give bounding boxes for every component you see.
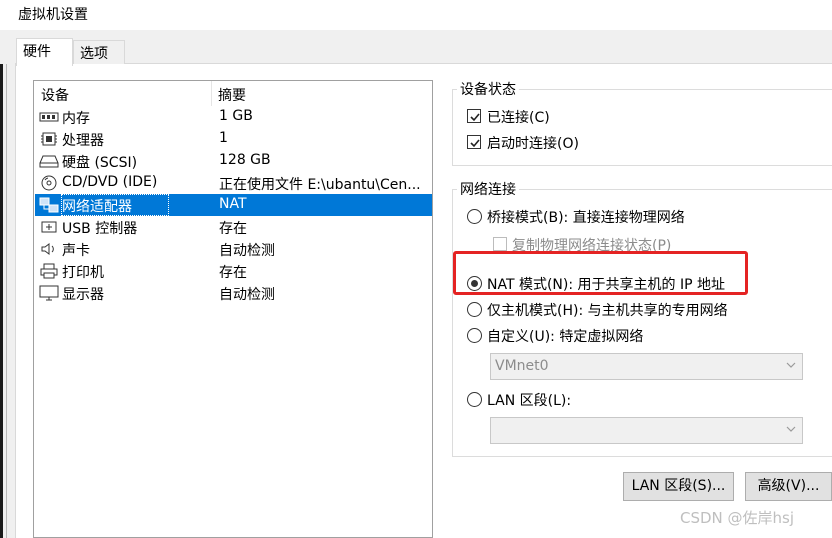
custom-label[interactable]: 自定义(U): 特定虚拟网络 [487, 326, 643, 346]
watermark: CSDN @佐岸hsj [680, 509, 795, 527]
device-name: 硬盘 (SCSI) [62, 155, 138, 171]
device-name: 打印机 [62, 265, 104, 281]
device-row-usb[interactable]: USB 控制器 存在 [35, 216, 432, 238]
device-name: 网络适配器 [62, 199, 132, 215]
checkmark-icon [470, 113, 480, 122]
custom-radio[interactable] [467, 328, 482, 343]
device-name: 声卡 [62, 243, 90, 259]
device-row-hard-disk[interactable]: 硬盘 (SCSI) 128 GB [35, 150, 432, 172]
tab-options-label: 选项 [80, 46, 108, 62]
device-list[interactable]: 设备 摘要 内存 1 GB 处理器 1 硬盘 (SCSI) 128 GB CD/… [33, 80, 433, 538]
network-adapter-icon [39, 197, 59, 213]
tab-hardware-label: 硬件 [23, 44, 51, 60]
device-summary: 存在 [219, 221, 247, 237]
sound-card-icon [41, 243, 54, 255]
connect-at-power-on-checkbox[interactable] [467, 135, 481, 149]
tab-options[interactable]: 选项 [73, 40, 125, 64]
annotation-highlight-box [453, 251, 748, 295]
window-title: 虚拟机设置 [18, 7, 88, 23]
device-summary: 正在使用文件 E:\ubantu\Cen... [219, 177, 421, 193]
usb-icon [41, 221, 57, 233]
device-name: CD/DVD (IDE) [62, 174, 158, 190]
device-row-network-adapter[interactable]: 网络适配器 NAT [35, 194, 432, 216]
device-name: 显示器 [62, 287, 104, 303]
cd-dvd-icon [41, 175, 57, 191]
column-separator[interactable] [211, 81, 212, 106]
printer-icon [40, 263, 58, 279]
hard-disk-icon [39, 155, 59, 168]
display-icon [39, 285, 59, 301]
device-row-sound-card[interactable]: 声卡 自动检测 [35, 238, 432, 260]
device-row-memory[interactable]: 内存 1 GB [35, 106, 432, 128]
device-name: USB 控制器 [62, 221, 138, 237]
replicate-state-checkbox[interactable] [493, 237, 507, 251]
lan-segments-button[interactable]: LAN 区段(S)... [623, 472, 734, 501]
chevron-down-icon [786, 362, 796, 368]
device-summary: 存在 [219, 265, 247, 281]
connected-label[interactable]: 已连接(C) [487, 107, 550, 127]
lan-segment-label[interactable]: LAN 区段(L): [487, 390, 571, 410]
device-row-cd-dvd[interactable]: CD/DVD (IDE) 正在使用文件 E:\ubantu\Cen... [35, 172, 432, 194]
device-status-title: 设备状态 [457, 79, 519, 99]
device-row-display[interactable]: 显示器 自动检测 [35, 282, 432, 304]
custom-network-select[interactable]: VMnet0 [490, 353, 803, 380]
custom-network-value: VMnet0 [495, 358, 549, 374]
column-header-summary[interactable]: 摘要 [218, 85, 246, 105]
device-summary: NAT [219, 196, 247, 212]
device-summary: 128 GB [219, 152, 271, 168]
lan-segment-select[interactable] [490, 417, 803, 444]
device-summary: 自动检测 [219, 287, 275, 303]
tab-hardware[interactable]: 硬件 [16, 38, 73, 66]
connected-checkbox[interactable] [467, 109, 481, 123]
bridged-radio[interactable] [467, 209, 482, 224]
chevron-down-icon [786, 426, 796, 432]
bridged-label[interactable]: 桥接模式(B): 直接连接物理网络 [487, 207, 685, 227]
device-row-printer[interactable]: 打印机 存在 [35, 260, 432, 282]
device-name: 内存 [62, 111, 90, 127]
device-summary: 1 GB [219, 108, 253, 124]
host-only-radio[interactable] [467, 302, 482, 317]
checkmark-icon [470, 139, 480, 148]
list-header: 设备 摘要 [34, 81, 432, 106]
host-only-label[interactable]: 仅主机模式(H): 与主机共享的专用网络 [487, 300, 728, 320]
device-row-processor[interactable]: 处理器 1 [35, 128, 432, 150]
network-connection-title: 网络连接 [457, 179, 519, 199]
device-name: 处理器 [62, 133, 104, 149]
memory-icon [39, 112, 59, 122]
column-header-device[interactable]: 设备 [41, 85, 69, 105]
processor-icon [41, 132, 57, 146]
advanced-button[interactable]: 高级(V)... [745, 472, 832, 501]
title-bar: 虚拟机设置 [0, 0, 832, 30]
device-status-group [452, 89, 832, 166]
lan-segment-radio[interactable] [467, 392, 482, 407]
background-window-edge [0, 64, 3, 538]
connect-at-power-on-label[interactable]: 启动时连接(O) [487, 133, 579, 153]
device-summary: 自动检测 [219, 243, 275, 259]
device-summary: 1 [219, 130, 228, 146]
